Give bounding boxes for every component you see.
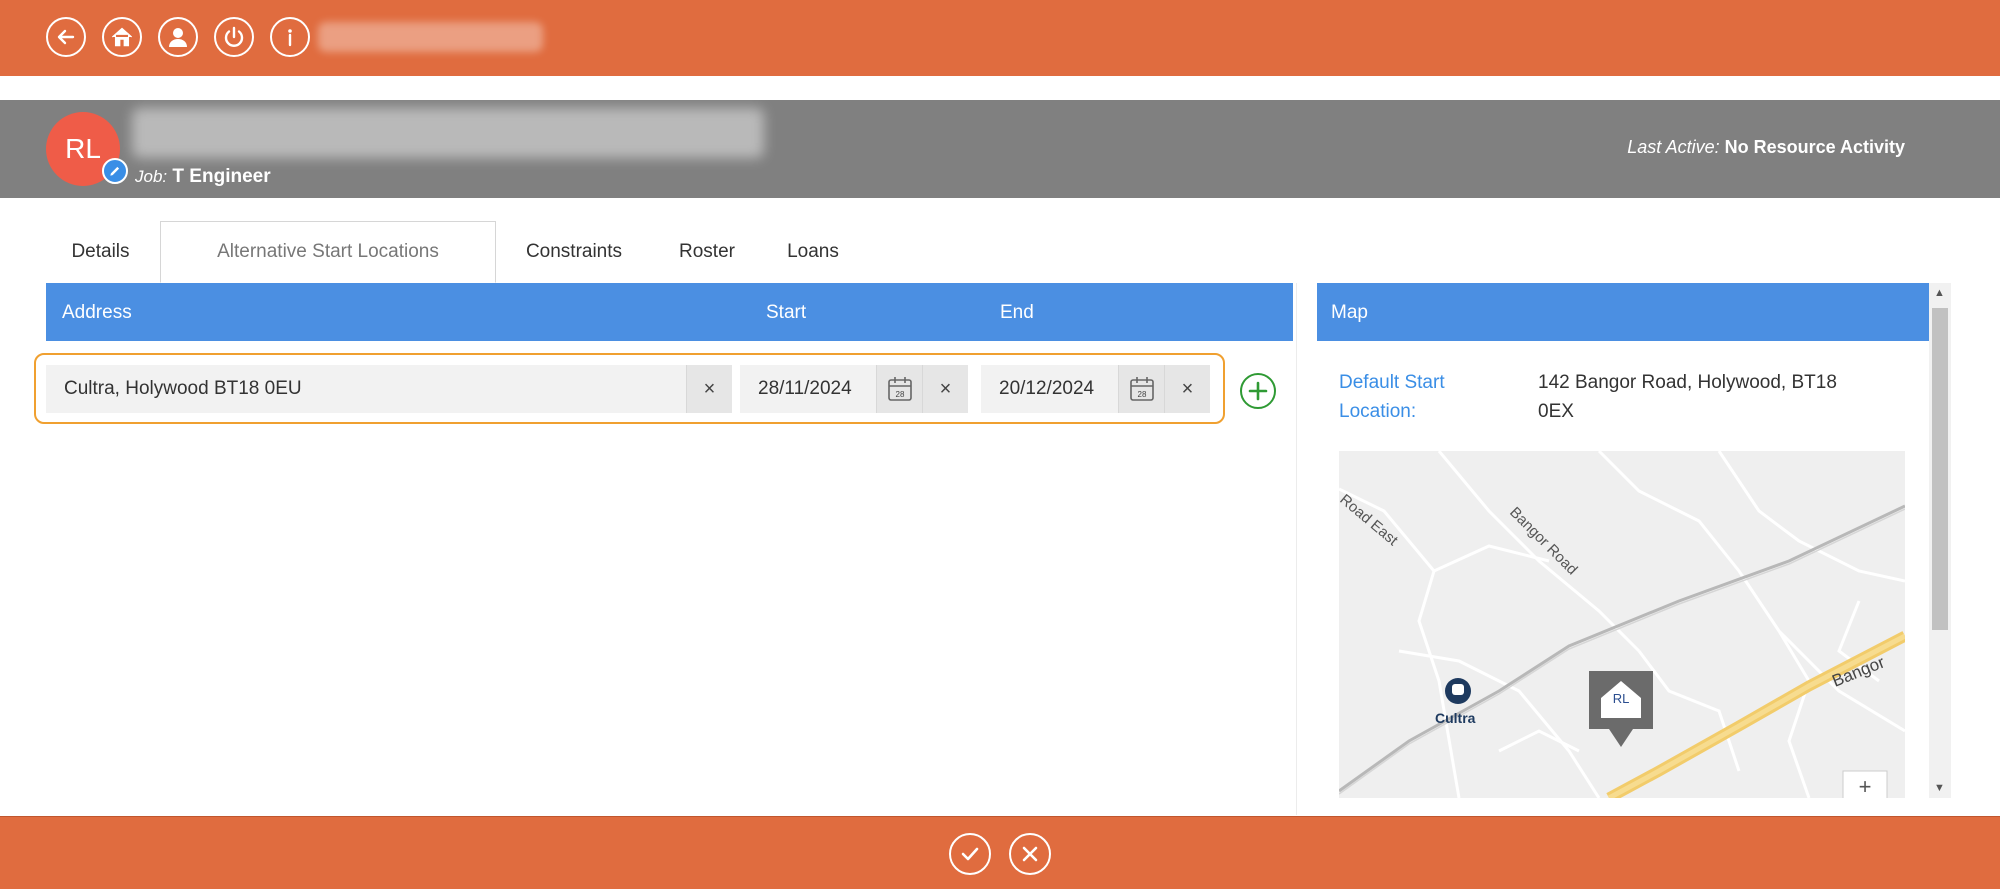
panel-divider: [1296, 283, 1297, 815]
svg-text:Cultra: Cultra: [1435, 710, 1476, 726]
user-name-redacted: [318, 22, 543, 52]
end-date-input[interactable]: 20/12/2024: [981, 365, 1118, 413]
top-toolbar: [0, 0, 2000, 76]
column-header-address: Address: [62, 302, 132, 323]
clear-address-button[interactable]: ×: [686, 365, 732, 413]
tab-loans[interactable]: Loans: [762, 221, 864, 283]
svg-text:+: +: [1859, 774, 1872, 798]
location-map[interactable]: Road East Bangor Road Bangor Cultra RL +: [1339, 451, 1905, 798]
job-info: Job: T Engineer: [135, 166, 271, 187]
svg-text:28: 28: [1137, 390, 1146, 399]
back-arrow-icon[interactable]: [46, 17, 86, 57]
tab-details[interactable]: Details: [48, 221, 153, 283]
svg-text:RL: RL: [1613, 691, 1630, 706]
clear-start-date-button[interactable]: ×: [922, 365, 968, 413]
power-icon[interactable]: [214, 17, 254, 57]
info-icon[interactable]: [270, 17, 310, 57]
tab-constraints[interactable]: Constraints: [496, 221, 652, 283]
tab-roster[interactable]: Roster: [652, 221, 762, 283]
map-panel-scrollbar[interactable]: ▲ ▼: [1929, 283, 1951, 798]
bottom-action-bar: [0, 816, 2000, 889]
map-panel-header: Map: [1317, 283, 1929, 341]
svg-text:28: 28: [895, 390, 904, 399]
column-header-end: End: [1000, 302, 1034, 323]
end-calendar-icon[interactable]: 28: [1118, 365, 1164, 413]
edit-pencil-icon[interactable]: [102, 158, 128, 184]
confirm-check-icon[interactable]: [949, 833, 991, 875]
scroll-down-arrow-icon[interactable]: ▼: [1934, 782, 1945, 794]
cancel-x-icon[interactable]: [1009, 833, 1051, 875]
locations-grid-header: Address Start End: [46, 283, 1293, 341]
add-location-button[interactable]: [1240, 373, 1276, 409]
last-active: Last Active: No Resource Activity: [1627, 137, 1905, 157]
address-input[interactable]: Cultra, Holywood BT18 0EU: [46, 365, 686, 413]
plus-icon: [1248, 381, 1268, 401]
column-header-start: Start: [766, 302, 807, 323]
clear-end-date-button[interactable]: ×: [1164, 365, 1210, 413]
scroll-up-arrow-icon[interactable]: ▲: [1934, 287, 1945, 299]
tab-alternative-start-locations[interactable]: Alternative Start Locations: [160, 221, 496, 283]
resource-name-redacted: [132, 108, 764, 158]
default-start-location-label: Default Start Location:: [1339, 372, 1445, 422]
scrollbar-thumb[interactable]: [1932, 308, 1948, 630]
start-date-input[interactable]: 28/11/2024: [740, 365, 876, 413]
start-calendar-icon[interactable]: 28: [876, 365, 922, 413]
home-icon[interactable]: [102, 17, 142, 57]
default-start-location-value: 142 Bangor Road, Holywood, BT18 0EX: [1538, 372, 1837, 422]
user-icon[interactable]: [158, 17, 198, 57]
